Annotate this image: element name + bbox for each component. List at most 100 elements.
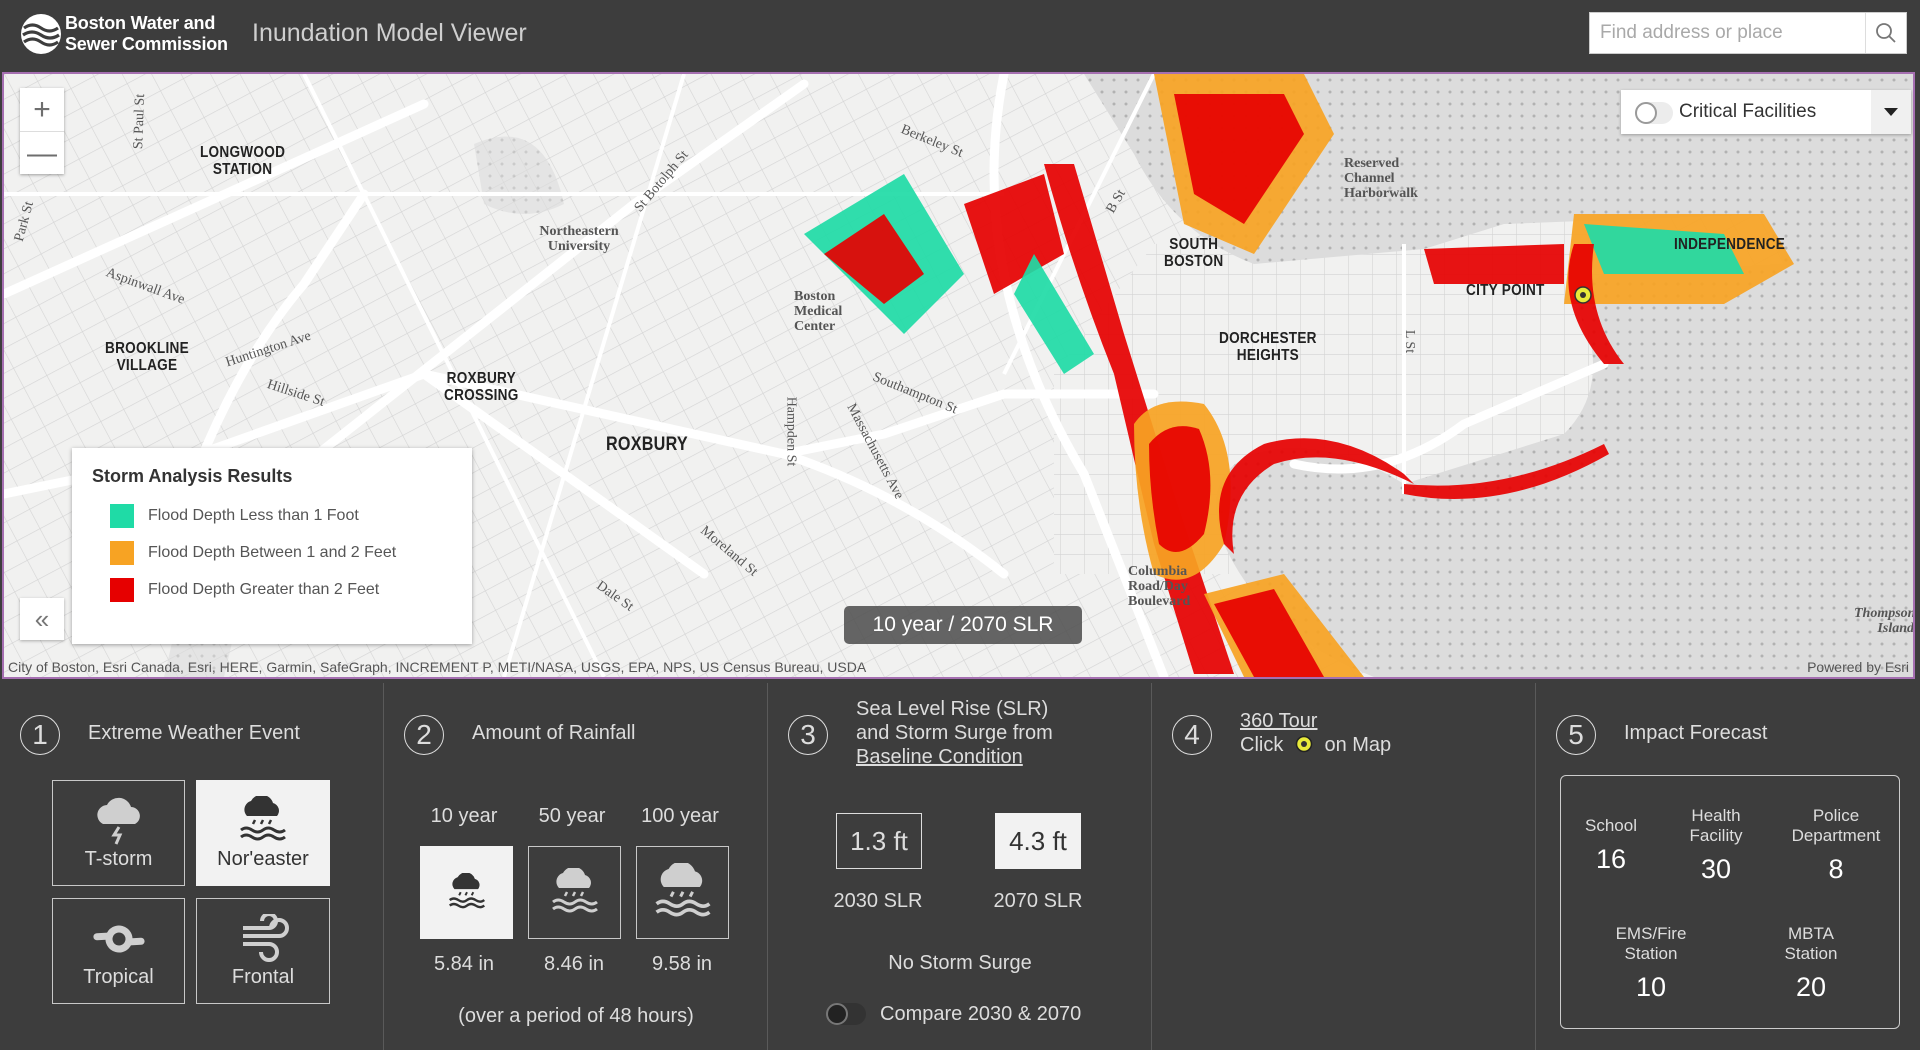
weather-option-frontal[interactable]: Frontal	[196, 898, 330, 1004]
stat-school: School 16	[1571, 816, 1651, 875]
map-view[interactable]: LONGWOOD STATION BROOKLINE VILLAGE ROXBU…	[2, 72, 1915, 679]
control-panels: 1 Extreme Weather Event T-storm Nor'east…	[0, 683, 1920, 1050]
option-label: Tropical	[83, 965, 154, 988]
map-label-dorchester-heights: DORCHESTER HEIGHTS	[1219, 330, 1317, 364]
slr-option-2070[interactable]: 4.3 ft	[995, 813, 1081, 869]
slr-option-2030[interactable]: 1.3 ft	[836, 813, 922, 869]
legend-label: Flood Depth Between 1 and 2 Feet	[148, 544, 397, 561]
panel-weather-event: 1 Extreme Weather Event T-storm Nor'east…	[0, 683, 384, 1050]
zoom-control: + —	[20, 88, 64, 174]
map-label-south-boston: SOUTH BOSTON	[1164, 236, 1224, 270]
map-attribution[interactable]: City of Boston, Esri Canada, Esri, HERE,…	[8, 659, 866, 675]
rainfall-amount: 5.84 in	[433, 953, 495, 975]
org-line-2: Sewer Commission	[65, 34, 228, 54]
stat-label: MBTA Station	[1784, 924, 1838, 963]
stat-value: 10	[1635, 972, 1667, 1002]
stat-mbta-station: MBTA Station 20	[1761, 924, 1861, 1003]
map-label-independence: INDEPENDENCE	[1674, 236, 1786, 253]
noreaster-icon	[240, 795, 286, 840]
map-label-city-point: CITY POINT	[1466, 282, 1545, 299]
weather-option-tstorm[interactable]: T-storm	[52, 780, 185, 886]
stat-label: Police Department	[1791, 806, 1881, 845]
search-box	[1589, 12, 1907, 54]
rainfall-option-10-year[interactable]	[420, 846, 513, 939]
slr-title-line-2: and Storm Surge from	[856, 722, 1053, 744]
panel-title: 360 Tour Click on Map	[1240, 709, 1391, 757]
rainfall-period-label: 50 year	[538, 805, 606, 827]
storm-surge-status: No Storm Surge	[888, 952, 1032, 974]
tour-click-text: Click	[1240, 734, 1284, 756]
360-tour-link[interactable]: 360 Tour	[1240, 709, 1391, 733]
compare-toggle[interactable]	[826, 1003, 866, 1025]
street-hampden: Hampden St	[783, 396, 799, 467]
light-rain-icon	[448, 872, 485, 908]
powered-by-esri[interactable]: Powered by Esri	[1807, 659, 1909, 675]
stat-value: 16	[1595, 844, 1627, 874]
caret-down-icon	[1884, 108, 1898, 116]
map-label-roxbury-crossing: ROXBURY CROSSING	[444, 370, 519, 404]
step-number: 3	[788, 715, 828, 755]
legend-swatch-deep	[110, 578, 134, 602]
map-label-boston-medical: Boston Medical Center	[794, 289, 843, 334]
map-label-columbia-road: Columbia Road/Day Boulevard	[1128, 564, 1191, 609]
legend-swatch-medium	[110, 541, 134, 565]
panel-rainfall: 2 Amount of Rainfall 10 year 50 year 100…	[384, 683, 768, 1050]
weather-option-noreaster[interactable]: Nor'easter	[196, 780, 330, 886]
double-chevron-left-icon: «	[34, 603, 50, 634]
slr-label: 2030 SLR	[833, 890, 923, 912]
baseline-condition-link[interactable]: Baseline Condition	[856, 745, 1053, 769]
zoom-out-button[interactable]: —	[20, 132, 64, 175]
compare-label: Compare 2030 & 2070	[880, 1003, 1082, 1025]
stat-label: EMS/Fire Station	[1615, 924, 1687, 963]
critical-facilities-control: Critical Facilities	[1621, 90, 1911, 134]
collapse-legend-button[interactable]: «	[20, 598, 64, 640]
tour-on-map-text: on Map	[1324, 734, 1392, 756]
panel-title: Sea Level Rise (SLR) and Storm Surge fro…	[856, 697, 1053, 769]
step-number: 5	[1556, 715, 1596, 755]
app-title: Inundation Model Viewer	[252, 19, 527, 47]
impact-stats-box: School 16 Health Facility 30 Police Depa…	[1560, 775, 1900, 1029]
street-st-paul: St Paul St	[131, 93, 149, 150]
step-number: 1	[20, 715, 60, 755]
map-label-longwood-station: LONGWOOD STATION	[200, 144, 286, 178]
heavy-rain-icon	[654, 862, 711, 916]
legend-title: Storm Analysis Results	[92, 466, 293, 486]
weather-option-tropical[interactable]: Tropical	[52, 898, 185, 1004]
panel-impact-forecast: 5 Impact Forecast School 16 Health Facil…	[1536, 683, 1920, 1050]
critical-facilities-dropdown[interactable]	[1871, 90, 1911, 134]
stat-value: 8	[1828, 854, 1844, 884]
legend-panel: Storm Analysis Results Flood Depth Less …	[72, 448, 472, 644]
legend-swatch-shallow	[110, 504, 134, 528]
flood-area	[1149, 426, 1211, 552]
critical-facilities-label: Critical Facilities	[1679, 101, 1817, 122]
option-label: T-storm	[84, 847, 153, 870]
search-button[interactable]	[1865, 13, 1906, 53]
rainfall-note: (over a period of 48 hours)	[458, 1005, 694, 1027]
app-header: Boston Water and Sewer Commission Inunda…	[0, 0, 1920, 70]
hurricane-icon	[92, 925, 145, 952]
zoom-in-button[interactable]: +	[20, 88, 64, 132]
stat-health-facility: Health Facility 30	[1671, 806, 1761, 885]
stat-label: Health Facility	[1689, 806, 1743, 845]
360-tour-marker-icon[interactable]	[1574, 286, 1592, 304]
tour-marker-icon	[1295, 735, 1313, 753]
slr-title-line-1: Sea Level Rise (SLR)	[856, 698, 1049, 720]
map-label-northeastern: Northeastern University	[539, 224, 619, 254]
rainfall-amount: 8.46 in	[543, 953, 605, 975]
organization-name: Boston Water and Sewer Commission	[65, 13, 228, 55]
step-number: 4	[1172, 715, 1212, 755]
rainfall-option-100-year[interactable]	[636, 846, 729, 939]
stat-value: 20	[1795, 972, 1827, 1002]
slr-label: 2070 SLR	[993, 890, 1083, 912]
rainfall-period-label: 10 year	[430, 805, 498, 827]
legend-label: Flood Depth Greater than 2 Feet	[148, 581, 380, 598]
critical-facilities-toggle[interactable]	[1635, 102, 1673, 124]
search-input[interactable]	[1590, 13, 1860, 53]
rainfall-option-50-year[interactable]	[528, 846, 621, 939]
wind-icon	[243, 913, 289, 962]
tour-instruction: Click on Map	[1240, 733, 1391, 757]
stat-police-department: Police Department 8	[1781, 806, 1891, 885]
street-l: L St	[1402, 329, 1418, 354]
stat-ems-fire: EMS/Fire Station 10	[1601, 924, 1701, 1003]
rainfall-period-label: 100 year	[641, 805, 719, 827]
